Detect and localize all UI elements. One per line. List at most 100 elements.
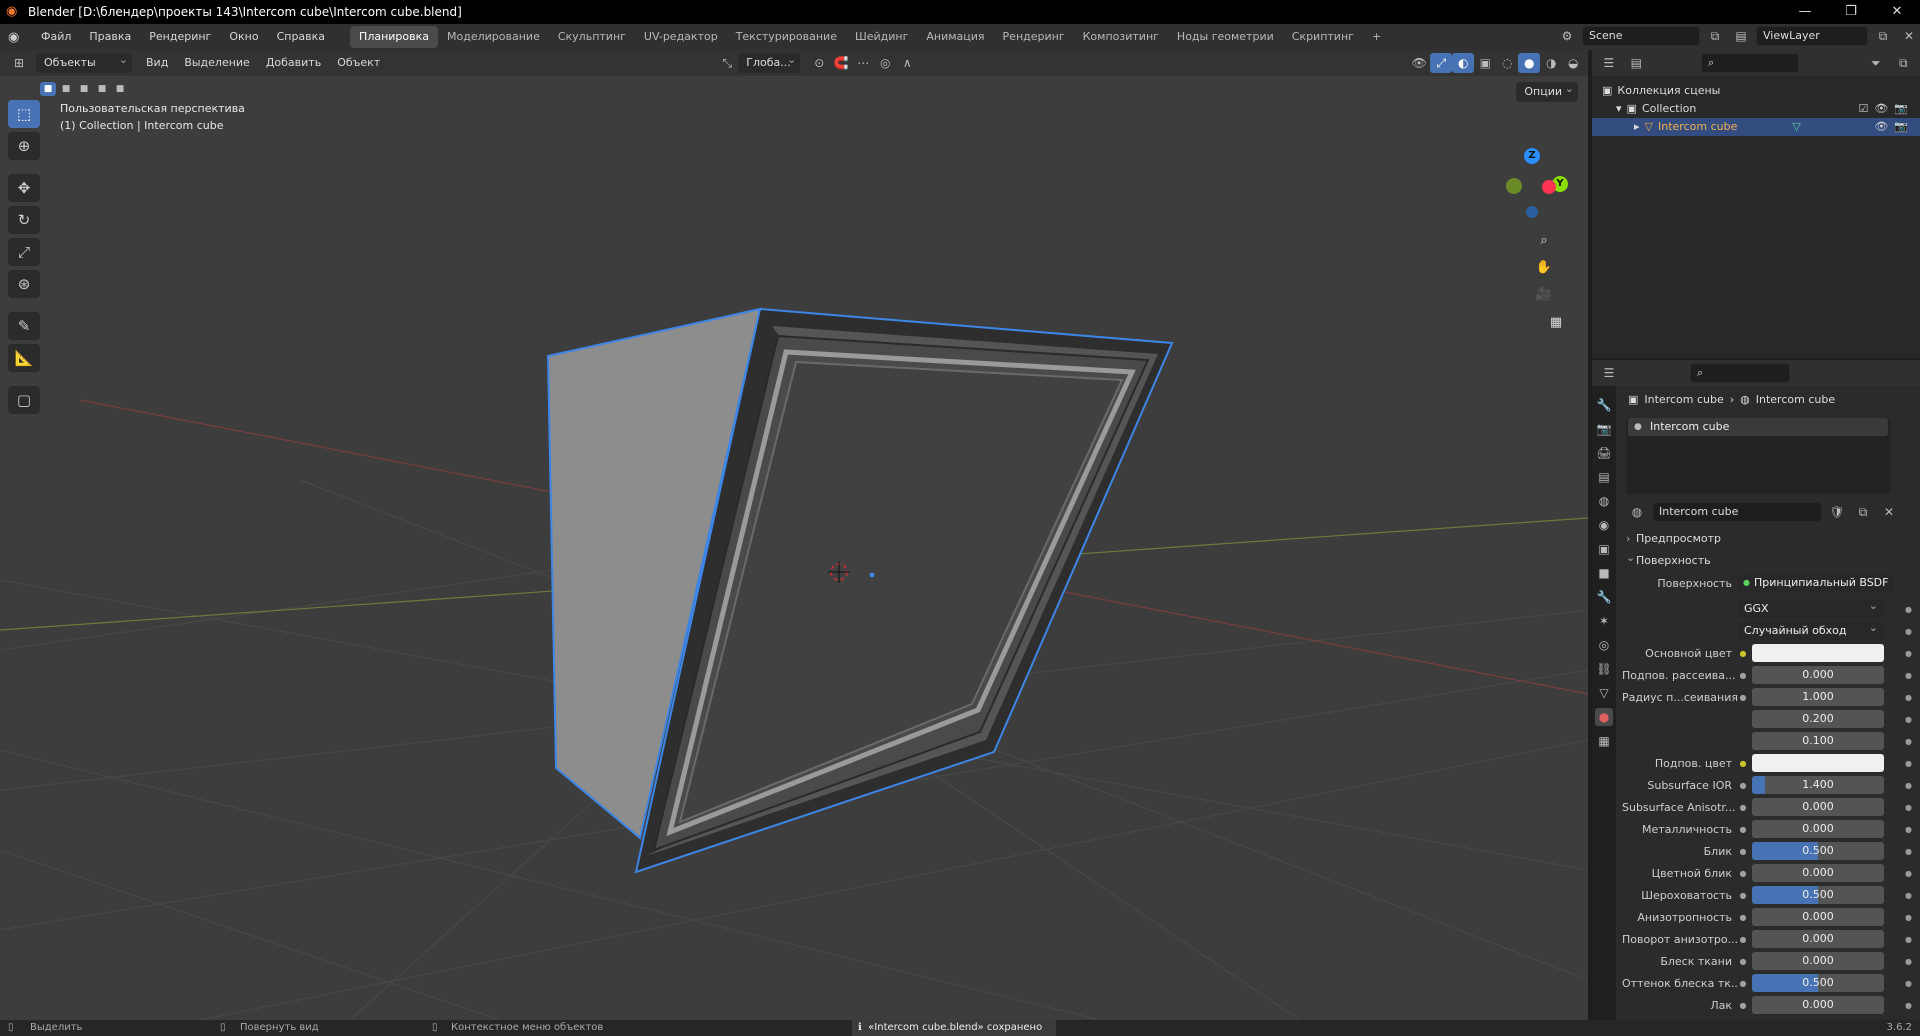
- select-extend-icon[interactable]: ■: [58, 82, 74, 96]
- new-scene-icon[interactable]: ⧉: [1704, 26, 1726, 46]
- value-slider[interactable]: 0.200: [1752, 710, 1884, 728]
- surface-node-field[interactable]: Принципиальный BSDF: [1738, 574, 1894, 592]
- keyframe-dot-icon[interactable]: ●: [1905, 693, 1912, 702]
- keyframe-dot-icon[interactable]: ●: [1905, 671, 1912, 680]
- socket-icon[interactable]: ●: [1738, 824, 1748, 834]
- move-tool-icon[interactable]: ✥: [8, 174, 40, 202]
- socket-icon[interactable]: ●: [1738, 846, 1748, 856]
- render-tab-icon[interactable]: 📷: [1595, 420, 1613, 438]
- x-axis-icon[interactable]: [1542, 180, 1556, 194]
- socket-icon[interactable]: [1738, 736, 1748, 746]
- socket-icon[interactable]: ●: [1738, 890, 1748, 900]
- value-slider[interactable]: 0.000: [1752, 930, 1884, 948]
- material-slot-item[interactable]: Intercom cube: [1628, 418, 1888, 436]
- value-slider[interactable]: 0.000: [1752, 666, 1884, 684]
- keyframe-dot-icon[interactable]: ●: [1905, 1001, 1912, 1010]
- 3d-viewport[interactable]: ⊞ Объекты Вид Выделение Добавить Объект …: [0, 50, 1588, 1020]
- unlink-material-icon[interactable]: ✕: [1878, 502, 1900, 522]
- camera-view-icon[interactable]: 🎥: [1532, 282, 1556, 306]
- value-slider[interactable]: 0.500: [1752, 842, 1884, 860]
- measure-tool-icon[interactable]: 📐: [8, 344, 40, 372]
- keyframe-dot-icon[interactable]: ●: [1905, 781, 1912, 790]
- texture-tab-icon[interactable]: ▦: [1595, 732, 1613, 750]
- socket-icon[interactable]: ●: [1738, 692, 1748, 702]
- value-slider[interactable]: 1.400: [1752, 776, 1884, 794]
- collection-tab-icon[interactable]: ▣: [1595, 540, 1613, 558]
- menu-file[interactable]: Файл: [32, 24, 80, 50]
- menu-select[interactable]: Выделение: [176, 50, 258, 76]
- keyframe-dot-icon[interactable]: ●: [1905, 825, 1912, 834]
- material-name-field[interactable]: Intercom cube: [1652, 502, 1822, 522]
- duplicate-material-icon[interactable]: ⧉: [1852, 502, 1874, 522]
- neg-y-axis-icon[interactable]: [1506, 178, 1522, 194]
- gizmo-toggle-icon[interactable]: ⤢: [1430, 53, 1453, 73]
- orientation-dropdown[interactable]: Глоба...: [738, 50, 801, 73]
- menu-window[interactable]: Окно: [220, 24, 267, 50]
- tab-layout[interactable]: Планировка: [350, 26, 439, 48]
- tab-compositing[interactable]: Композитинг: [1074, 26, 1168, 48]
- value-slider[interactable]: 0.000: [1752, 820, 1884, 838]
- select-invert-icon[interactable]: ■: [94, 82, 110, 96]
- outliner-editor-type-icon[interactable]: ☰: [1598, 53, 1620, 73]
- expand-arrow-icon[interactable]: ▸: [1634, 118, 1640, 136]
- remove-view-layer-icon[interactable]: ✕: [1898, 26, 1920, 46]
- properties-editor-type-icon[interactable]: ☰: [1598, 363, 1620, 383]
- pan-hand-icon[interactable]: ✋: [1532, 255, 1556, 279]
- keyframe-dot-icon[interactable]: ●: [1905, 649, 1912, 658]
- keyframe-dot-icon[interactable]: ●: [1905, 913, 1912, 922]
- perspective-toggle-icon[interactable]: ▦: [1544, 310, 1568, 334]
- visibility-icon[interactable]: 👁: [1408, 53, 1430, 73]
- tab-geometry-nodes[interactable]: Ноды геометрии: [1168, 26, 1283, 48]
- select-intersect-icon[interactable]: ■: [112, 82, 128, 96]
- value-slider[interactable]: 0.000: [1752, 864, 1884, 882]
- keyframe-dot-icon[interactable]: ●: [1905, 979, 1912, 988]
- transform-tool-icon[interactable]: ⊛: [8, 270, 40, 298]
- particles-tab-icon[interactable]: ✶: [1595, 612, 1613, 630]
- falloff-icon[interactable]: ∧: [896, 53, 918, 73]
- value-slider[interactable]: 0.500: [1752, 974, 1884, 992]
- new-view-layer-icon[interactable]: ⧉: [1872, 26, 1894, 46]
- socket-icon[interactable]: ●: [1738, 868, 1748, 878]
- menu-edit[interactable]: Правка: [80, 24, 140, 50]
- menu-object[interactable]: Объект: [329, 50, 388, 76]
- data-tab-icon[interactable]: ▽: [1595, 684, 1613, 702]
- select-subtract-icon[interactable]: ■: [76, 82, 92, 96]
- intercom-cube-row[interactable]: ▸ ▽ Intercom cube ▽ 👁📷: [1592, 118, 1920, 136]
- scene-tab-icon[interactable]: ◍: [1595, 492, 1613, 510]
- proportional-edit-icon[interactable]: ◎: [874, 53, 896, 73]
- tab-uv-editing[interactable]: UV-редактор: [635, 26, 727, 48]
- socket-icon[interactable]: ●: [1738, 912, 1748, 922]
- row-visibility-icons[interactable]: 👁📷: [1874, 118, 1914, 136]
- value-slider[interactable]: 0.100: [1752, 732, 1884, 750]
- value-slider[interactable]: 0.000: [1752, 798, 1884, 816]
- tab-shading[interactable]: Шейдинг: [846, 26, 917, 48]
- z-axis-icon[interactable]: Z: [1524, 148, 1540, 164]
- maximize-button[interactable]: ❐: [1828, 0, 1874, 24]
- properties-search-input[interactable]: ⌕: [1690, 363, 1790, 383]
- keyframe-dot-icon[interactable]: ●: [1905, 935, 1912, 944]
- close-button[interactable]: ✕: [1874, 0, 1920, 24]
- cursor-tool-icon[interactable]: ⊕: [8, 132, 40, 160]
- pivot-icon[interactable]: ⊙: [808, 53, 830, 73]
- socket-icon[interactable]: ●: [1738, 758, 1748, 768]
- snap-target-icon[interactable]: ⋯: [852, 53, 874, 73]
- socket-icon[interactable]: ●: [1738, 670, 1748, 680]
- object-tab-icon[interactable]: ■: [1595, 564, 1613, 582]
- menu-render[interactable]: Рендеринг: [140, 24, 220, 50]
- distribution-select[interactable]: GGX: [1738, 600, 1884, 618]
- new-collection-icon[interactable]: ⧉: [1893, 53, 1915, 73]
- tab-rendering[interactable]: Рендеринг: [994, 26, 1074, 48]
- add-workspace-button[interactable]: +: [1363, 26, 1390, 48]
- add-cube-tool-icon[interactable]: ▢: [8, 386, 40, 414]
- blender-logo-icon[interactable]: ◉: [8, 30, 26, 45]
- mode-dropdown[interactable]: Объекты: [36, 50, 132, 73]
- intercom-cube-object[interactable]: [546, 307, 1174, 874]
- minimize-button[interactable]: —: [1782, 0, 1828, 24]
- scale-tool-icon[interactable]: ⤢: [8, 238, 40, 266]
- collection-row[interactable]: ▾ ▣ Collection ☑👁📷: [1592, 100, 1920, 118]
- view-layer-tab-icon[interactable]: ▤: [1595, 468, 1613, 486]
- keyframe-dot-icon[interactable]: ●: [1905, 715, 1912, 724]
- socket-icon[interactable]: ●: [1738, 780, 1748, 790]
- snap-icon[interactable]: 🧲: [830, 53, 852, 73]
- overlay-toggle-icon[interactable]: ◐: [1452, 53, 1475, 73]
